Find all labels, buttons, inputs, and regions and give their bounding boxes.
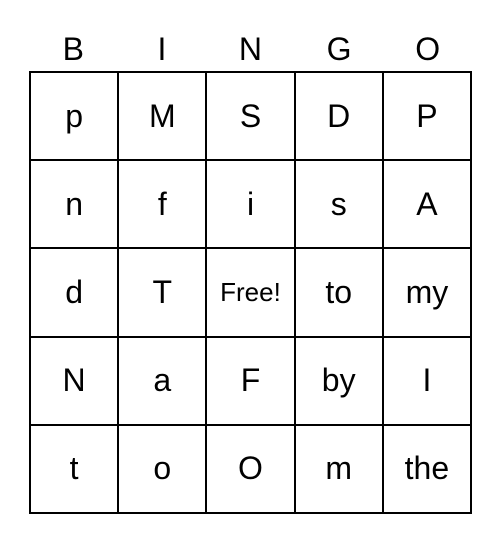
header-letter-g: G [326,31,352,67]
bingo-cell: i [206,160,295,249]
bingo-cell: a [118,336,207,425]
bingo-cell: d [30,248,119,337]
bingo-cell: o [118,424,207,513]
bingo-grid: p M S D P n f i s A d T Free! to my N a … [29,71,472,514]
bingo-cell: T [118,248,207,337]
bingo-cell: the [382,424,471,513]
bingo-cell: F [206,336,295,425]
bingo-cell: M [118,72,207,161]
bingo-cell: O [206,424,295,513]
bingo-cell: t [30,424,119,513]
bingo-cell: N [30,336,119,425]
bingo-cell: m [294,424,383,513]
bingo-cell: D [294,72,383,161]
bingo-cell: n [30,160,119,249]
bingo-header: B I N G O [29,28,472,70]
bingo-cell: s [294,160,383,249]
bingo-cell: S [206,72,295,161]
bingo-cell: to [294,248,383,337]
header-letter-b: B [62,31,84,67]
bingo-cell: P [382,72,471,161]
bingo-cell: by [294,336,383,425]
bingo-cell: I [382,336,471,425]
bingo-cell: p [30,72,119,161]
header-letter-i: I [157,31,167,67]
bingo-cell: f [118,160,207,249]
free-space-cell: Free! [206,248,295,337]
header-letter-n: N [238,31,263,67]
bingo-cell: my [382,248,471,337]
bingo-cell: A [382,160,471,249]
header-letter-o: O [415,31,441,67]
